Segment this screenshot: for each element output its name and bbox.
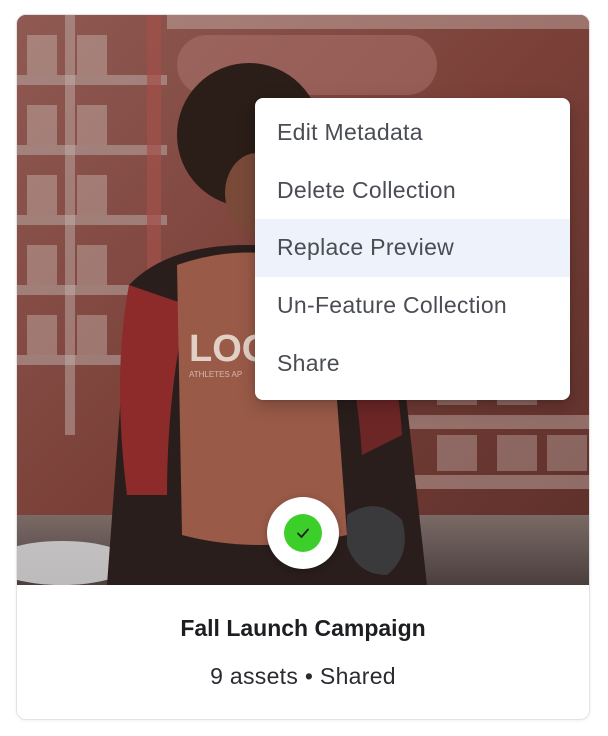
sharing-status: Shared (319, 663, 396, 689)
menu-item-unfeature-collection[interactable]: Un-Feature Collection (255, 277, 570, 335)
menu-item-replace-preview[interactable]: Replace Preview (255, 219, 570, 277)
menu-item-share[interactable]: Share (255, 334, 570, 392)
checkmark-icon (297, 528, 309, 538)
meta-separator: • (304, 663, 314, 689)
status-badge (267, 497, 339, 569)
status-indicator (284, 514, 322, 552)
menu-item-edit-metadata[interactable]: Edit Metadata (255, 104, 570, 162)
context-menu: Edit Metadata Delete Collection Replace … (255, 98, 570, 400)
collection-meta: 9 assets • Shared (17, 663, 589, 690)
svg-text:ATHLETES AP: ATHLETES AP (189, 370, 242, 379)
menu-item-delete-collection[interactable]: Delete Collection (255, 162, 570, 220)
collection-title: Fall Launch Campaign (180, 615, 426, 641)
card-footer: Fall Launch Campaign 9 assets • Shared (17, 585, 589, 719)
asset-count: 9 assets (210, 663, 299, 689)
